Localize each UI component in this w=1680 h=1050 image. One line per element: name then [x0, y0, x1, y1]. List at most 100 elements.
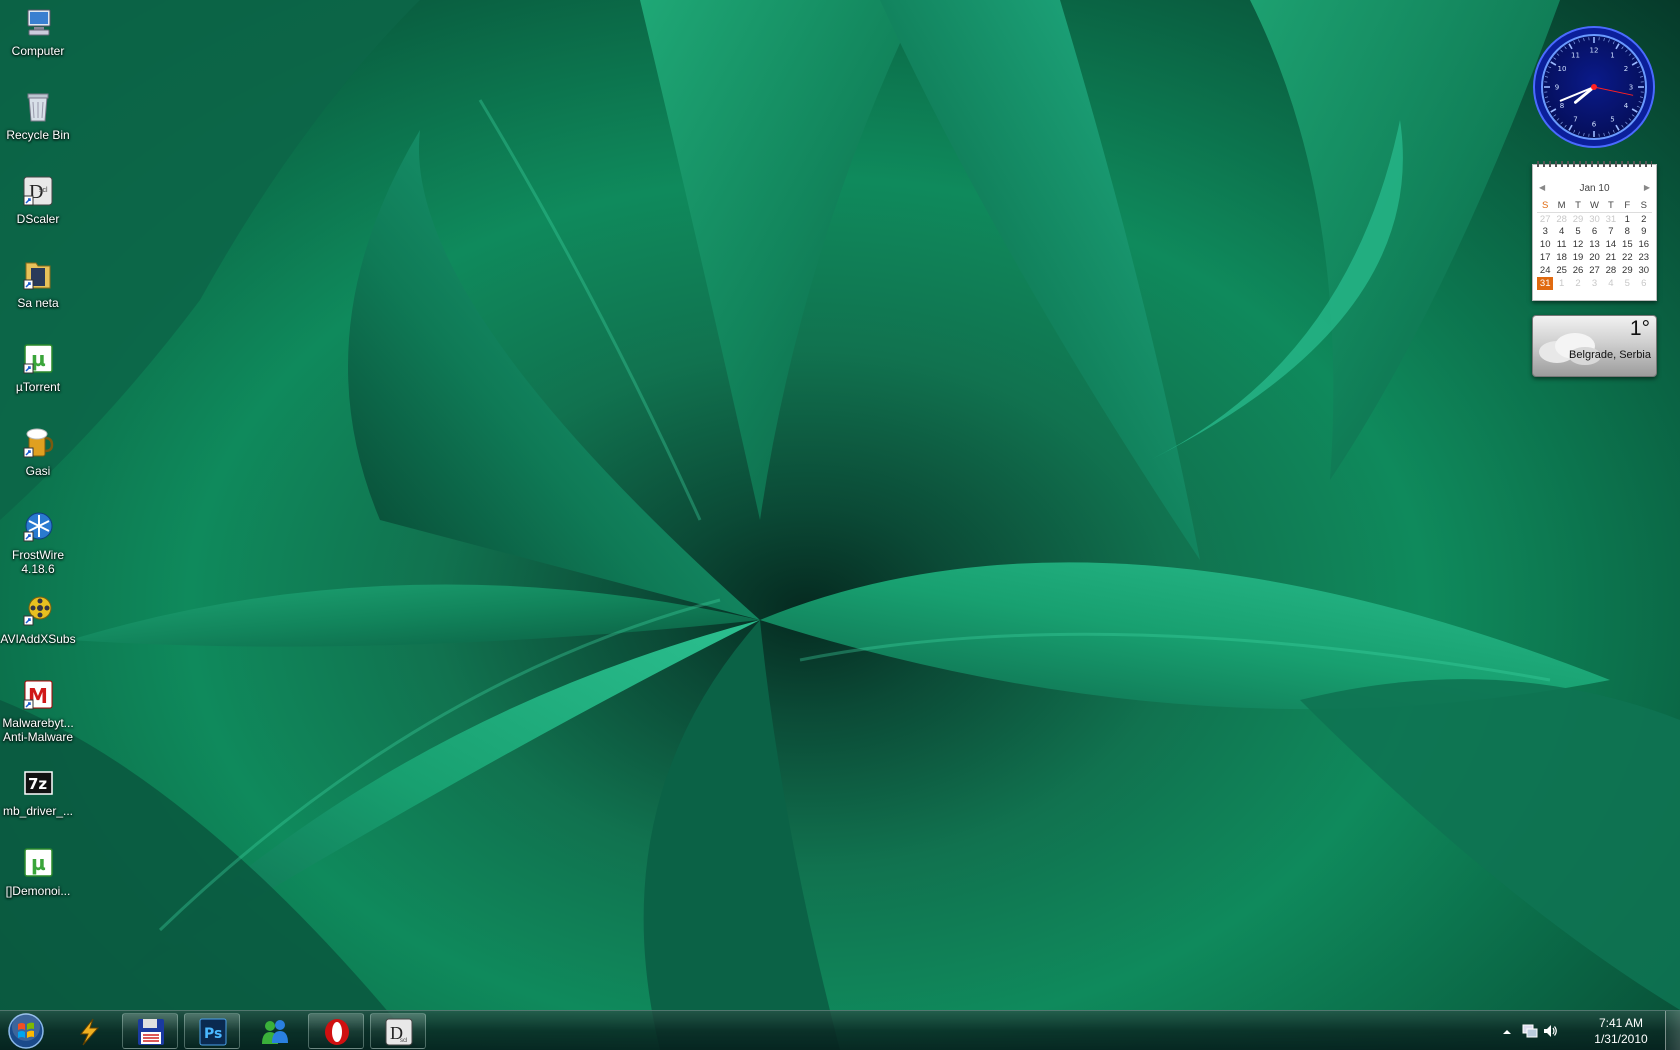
calendar-day[interactable]: 30: [1636, 264, 1652, 277]
show-desktop-button[interactable]: [1665, 1011, 1680, 1050]
calendar-weekday: S: [1635, 199, 1652, 213]
calendar-day[interactable]: 1: [1553, 277, 1569, 290]
desktop-icon-sa-neta[interactable]: Sa neta: [0, 258, 76, 310]
calendar-day[interactable]: 30: [1586, 212, 1602, 225]
tray-volume-icon[interactable]: [1542, 1023, 1558, 1044]
tray-network-icon[interactable]: [1522, 1023, 1538, 1044]
calendar-day[interactable]: 2: [1570, 277, 1586, 290]
calendar-day[interactable]: 4: [1553, 226, 1569, 239]
calendar-day[interactable]: 21: [1603, 251, 1619, 264]
calendar-day[interactable]: 6: [1586, 226, 1602, 239]
calendar-day[interactable]: 18: [1553, 251, 1569, 264]
calendar-day[interactable]: 6: [1636, 277, 1652, 290]
calendar-day[interactable]: 29: [1619, 264, 1635, 277]
calendar-day[interactable]: 17: [1537, 251, 1553, 264]
calendar-day[interactable]: 23: [1636, 251, 1652, 264]
desktop-icon-label: Gasi: [25, 464, 51, 478]
taskbar-dscaler-button[interactable]: D scl: [370, 1013, 426, 1049]
photoshop-icon-text: Ps: [204, 1026, 222, 1042]
calendar-day[interactable]: 5: [1570, 226, 1586, 239]
desktop-icon-dscaler[interactable]: D scl DScaler: [0, 174, 76, 226]
taskbar-save-button[interactable]: [122, 1013, 178, 1049]
calendar-weekday: T: [1602, 199, 1620, 213]
desktop-icon-gasi[interactable]: Gasi: [0, 426, 76, 478]
desktop-icon-utorrent[interactable]: µ µTorrent: [0, 342, 76, 394]
calendar-week-row: 24 25 26 27 28 29 30: [1537, 264, 1652, 277]
desktop-icon-demonoid[interactable]: µ []Demonoi...: [0, 846, 76, 898]
beer-mug-icon: [23, 428, 54, 458]
calendar-grid: S M T W T F S 27 28 29 30 31 1 2 3 4 5 6 7 8 9 10 11 12 1…: [1537, 199, 1652, 290]
calendar-day[interactable]: 13: [1586, 238, 1602, 251]
weather-temperature: 1°: [1629, 317, 1650, 340]
calendar-day[interactable]: 19: [1570, 251, 1586, 264]
desktop-icon-label: Recycle Bin: [6, 128, 70, 142]
start-button[interactable]: [4, 1011, 50, 1050]
calendar-prev-arrow-icon[interactable]: ◀: [1539, 183, 1545, 192]
tray-date: 1/31/2010: [1594, 1032, 1648, 1046]
desktop-icon-malwarebytes[interactable]: M Malwarebyt... Anti-Malware: [0, 678, 76, 744]
calendar-month-label: Jan 10: [1579, 183, 1610, 194]
taskbar-messenger-button[interactable]: [246, 1013, 302, 1049]
tray-expand-arrow-icon[interactable]: [1502, 1024, 1512, 1042]
calendar-day[interactable]: 5: [1619, 277, 1635, 290]
desktop[interactable]: Computer Recycle Bin D scl DScaler Sa ne…: [0, 0, 1680, 1050]
calendar-day[interactable]: 27: [1537, 212, 1553, 225]
calendar-day[interactable]: 7: [1603, 226, 1619, 239]
calendar-day[interactable]: 25: [1553, 264, 1569, 277]
desktop-icon-mb-driver[interactable]: 7z mb_driver_...: [0, 766, 76, 818]
weather-gadget[interactable]: 1° Belgrade, Serbia: [1532, 315, 1657, 377]
desktop-icon-aviaddxsubs[interactable]: AVIAddXSubs: [0, 594, 76, 646]
calendar-day[interactable]: 31: [1603, 212, 1619, 225]
7zip-archive-icon: 7z: [24, 771, 53, 795]
svg-text:scl: scl: [400, 1038, 407, 1044]
desktop-icon-computer[interactable]: Computer: [0, 6, 76, 58]
tray-clock[interactable]: 7:41 AM 1/31/2010: [1586, 1015, 1656, 1047]
calendar-day[interactable]: 9: [1636, 226, 1652, 239]
calendar-day[interactable]: 26: [1570, 264, 1586, 277]
utorrent-file-icon: µ: [24, 848, 53, 877]
opera-icon: [325, 1019, 349, 1045]
calendar-day[interactable]: 4: [1603, 277, 1619, 290]
calendar-day[interactable]: 3: [1586, 277, 1602, 290]
folder-icon: [23, 262, 51, 290]
calendar-day[interactable]: 28: [1603, 264, 1619, 277]
calendar-day[interactable]: 31: [1537, 276, 1554, 290]
calendar-day[interactable]: 1: [1619, 212, 1635, 225]
photoshop-icon: Ps: [199, 1018, 227, 1046]
calendar-day[interactable]: 16: [1636, 238, 1652, 251]
calendar-day[interactable]: 10: [1537, 238, 1553, 251]
calendar-day[interactable]: 3: [1537, 226, 1553, 239]
clock-numeral: 12: [1590, 47, 1599, 55]
calendar-day[interactable]: 22: [1619, 251, 1635, 264]
desktop-icon-frostwire[interactable]: FrostWire 4.18.6: [0, 510, 76, 576]
desktop-icon-label: Sa neta: [17, 296, 59, 310]
calendar-day[interactable]: 11: [1553, 238, 1569, 251]
svg-text:scl: scl: [39, 187, 48, 194]
taskbar-opera-button[interactable]: [308, 1013, 364, 1049]
calendar-day[interactable]: 14: [1603, 238, 1619, 251]
clock-gadget[interactable]: 123456789101112: [1532, 25, 1656, 149]
calendar-day[interactable]: 15: [1619, 238, 1635, 251]
dscaler-icon: D scl: [385, 1018, 413, 1046]
calendar-gadget[interactable]: ◀ Jan 10 ▶ S M T W T F S 27 28 29 30 31 1 2 3 4 5…: [1532, 161, 1657, 301]
weather-location: Belgrade, Serbia: [1569, 349, 1651, 361]
clock-numeral: 3: [1629, 84, 1633, 92]
calendar-day[interactable]: 29: [1570, 212, 1586, 225]
calendar-day[interactable]: 8: [1619, 226, 1635, 239]
calendar-day[interactable]: 2: [1636, 212, 1652, 225]
desktop-icon-recycle-bin[interactable]: Recycle Bin: [0, 90, 76, 142]
clock-numeral: 11: [1571, 51, 1580, 59]
desktop-icon-label: mb_driver_...: [2, 804, 74, 818]
calendar-day[interactable]: 12: [1570, 238, 1586, 251]
calendar-week-row: 27 28 29 30 31 1 2: [1537, 212, 1652, 225]
taskbar-winamp-button[interactable]: [60, 1013, 116, 1049]
calendar-day[interactable]: 28: [1553, 212, 1569, 225]
svg-text:7z: 7z: [28, 775, 47, 793]
calendar-day[interactable]: 24: [1537, 264, 1553, 277]
taskbar-photoshop-button[interactable]: Ps: [184, 1013, 240, 1049]
calendar-day[interactable]: 27: [1586, 264, 1602, 277]
cloudy-icon: [1539, 333, 1601, 365]
clock-numeral: 4: [1624, 102, 1629, 110]
calendar-next-arrow-icon[interactable]: ▶: [1644, 183, 1650, 192]
calendar-day[interactable]: 20: [1586, 251, 1602, 264]
